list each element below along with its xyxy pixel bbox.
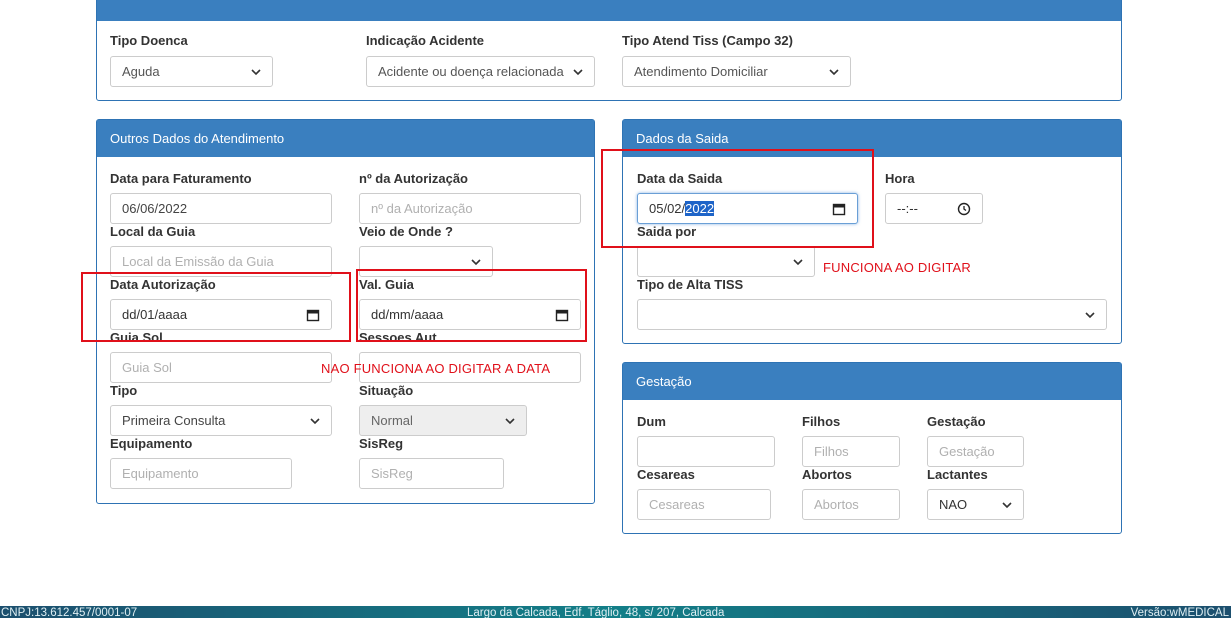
abortos-label: Abortos [802, 467, 852, 482]
annotation-box-val-guia [356, 269, 587, 342]
tipo-doenca-value: Aguda [122, 64, 160, 79]
dum-input[interactable] [637, 436, 775, 467]
tipo-value: Primeira Consulta [122, 413, 226, 428]
equipamento-label: Equipamento [110, 436, 193, 451]
sisreg-input[interactable]: SisReg [359, 458, 504, 489]
abortos-input[interactable]: Abortos [802, 489, 900, 520]
top-panel-header [97, 0, 1121, 21]
tipo-select[interactable]: Primeira Consulta [110, 405, 332, 436]
indicacao-acidente-label: Indicação Acidente [366, 33, 484, 48]
tipo-alta-select[interactable] [637, 299, 1107, 330]
data-faturamento-value: 06/06/2022 [122, 201, 188, 216]
outros-dados-title: Outros Dados do Atendimento [97, 120, 594, 157]
situacao-value: Normal [371, 413, 413, 428]
annotation-not-works: NAO FUNCIONA AO DIGITAR A DATA [321, 361, 551, 376]
clock-icon[interactable] [957, 202, 971, 216]
situacao-select[interactable]: Normal [359, 405, 527, 436]
sisreg-label: SisReg [359, 436, 404, 451]
local-guia-placeholder: Local da Emissão da Guia [122, 254, 274, 269]
tipo-doenca-select[interactable]: Aguda [110, 56, 273, 87]
gestacao-label: Gestação [927, 414, 986, 429]
footer-cnpj: CNPJ:13.612.457/0001-07 [1, 607, 138, 618]
equipamento-input[interactable]: Equipamento [110, 458, 292, 489]
gestacao-title: Gestação [623, 363, 1121, 400]
abortos-placeholder: Abortos [814, 497, 859, 512]
chevron-down-icon [471, 258, 481, 265]
chevron-down-icon [505, 417, 515, 424]
chevron-down-icon [1002, 501, 1012, 508]
data-faturamento-label: Data para Faturamento [110, 171, 252, 186]
chevron-down-icon [310, 417, 320, 424]
footer-bar: CNPJ:13.612.457/0001-07 Largo da Calcada… [0, 606, 1231, 618]
indicacao-acidente-value: Acidente ou doença relacionada a [378, 64, 567, 79]
tipo-label: Tipo [110, 383, 138, 398]
situacao-label: Situação [359, 383, 414, 398]
cesareas-input[interactable]: Cesareas [637, 489, 771, 520]
guia-sol-placeholder: Guia Sol [122, 360, 172, 375]
annotation-box-data-autorizacao [81, 272, 351, 342]
hora-input[interactable]: --:-- [885, 193, 983, 224]
filhos-label: Filhos [802, 414, 841, 429]
chevron-down-icon [793, 258, 803, 265]
local-guia-label: Local da Guia [110, 224, 196, 239]
cesareas-label: Cesareas [637, 467, 695, 482]
gestacao-placeholder: Gestação [939, 444, 995, 459]
n-autorizacao-label: nº da Autorização [359, 171, 469, 186]
filhos-placeholder: Filhos [814, 444, 849, 459]
tipo-atend-tiss-label: Tipo Atend Tiss (Campo 32) [622, 33, 793, 48]
chevron-down-icon [1085, 311, 1095, 318]
cesareas-placeholder: Cesareas [649, 497, 705, 512]
lactantes-select[interactable]: NAO [927, 489, 1024, 520]
chevron-down-icon [251, 68, 261, 75]
equipamento-placeholder: Equipamento [122, 466, 199, 481]
n-autorizacao-placeholder: nº da Autorização [371, 201, 473, 216]
tipo-alta-label: Tipo de Alta TISS [637, 277, 744, 292]
lactantes-value: NAO [939, 497, 968, 512]
guia-sol-input[interactable]: Guia Sol [110, 352, 332, 383]
footer-address: Largo da Calcada, Edf. Táglio, 48, s/ 20… [467, 607, 725, 618]
hora-label: Hora [885, 171, 915, 186]
tipo-atend-tiss-select[interactable]: Atendimento Domiciliar [622, 56, 851, 87]
saida-por-select[interactable] [637, 246, 815, 277]
annotation-box-data-saida [601, 149, 874, 248]
filhos-input[interactable]: Filhos [802, 436, 900, 467]
chevron-down-icon [829, 68, 839, 75]
veio-de-onde-label: Veio de Onde ? [359, 224, 453, 239]
footer-version: Versão:wMEDICAL [1130, 607, 1229, 618]
data-faturamento-input[interactable]: 06/06/2022 [110, 193, 332, 224]
tipo-atend-tiss-value: Atendimento Domiciliar [634, 64, 768, 79]
lactantes-label: Lactantes [927, 467, 988, 482]
tipo-doenca-label: Tipo Doenca [110, 33, 188, 48]
annotation-works: FUNCIONA AO DIGITAR [823, 260, 972, 275]
dum-label: Dum [637, 414, 666, 429]
hora-value: --:-- [897, 201, 918, 216]
chevron-down-icon [573, 68, 583, 75]
sisreg-placeholder: SisReg [371, 466, 413, 481]
n-autorizacao-input[interactable]: nº da Autorização [359, 193, 581, 224]
gestacao-input[interactable]: Gestação [927, 436, 1024, 467]
indicacao-acidente-select[interactable]: Acidente ou doença relacionada a [366, 56, 595, 87]
